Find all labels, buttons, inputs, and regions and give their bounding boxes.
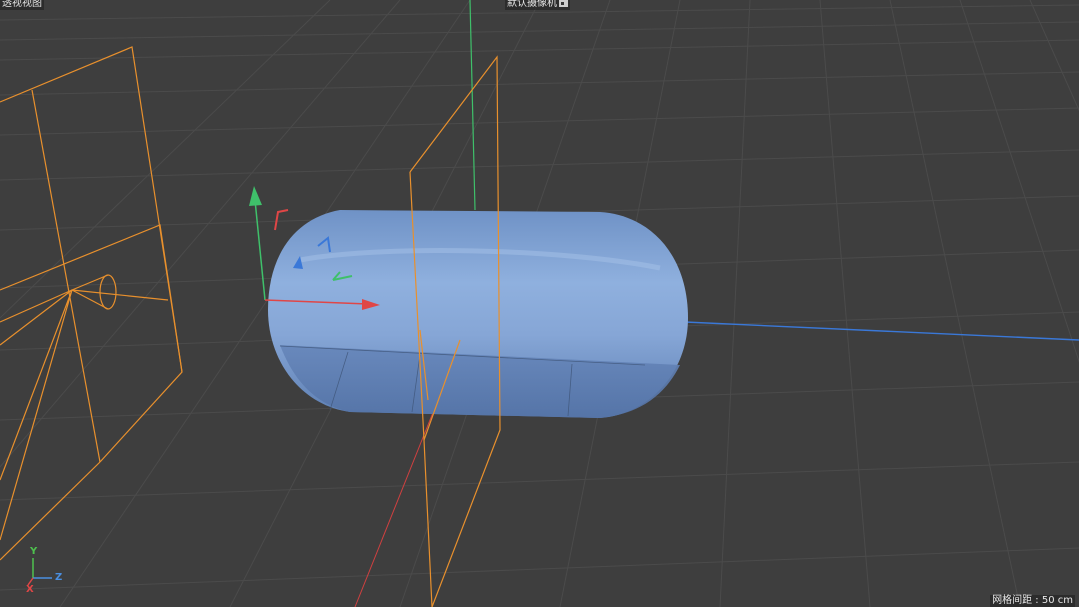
capsule-object xyxy=(268,210,688,418)
gizmo-x-label: X xyxy=(26,584,34,595)
camera-menu[interactable]: 默认摄像机 xyxy=(505,0,570,10)
camera-icon xyxy=(559,0,568,7)
gizmo-y-label: Y xyxy=(30,546,38,557)
view-name-label[interactable]: 透视视图 xyxy=(0,0,44,10)
world-axis-z xyxy=(684,321,1079,341)
world-axis-y xyxy=(469,0,476,211)
gizmo-z-label: Z xyxy=(55,572,63,583)
perspective-viewport[interactable]: 透视视图 默认摄像机 网格间距 : 50 cm Y Z X xyxy=(0,0,1079,607)
grid-spacing-label: 网格间距 : 50 cm xyxy=(990,595,1075,607)
view-gizmo-lines xyxy=(27,558,52,586)
camera-frustum xyxy=(0,46,183,561)
scene-canvas[interactable] xyxy=(0,0,1079,607)
camera-label: 默认摄像机 xyxy=(507,0,557,9)
